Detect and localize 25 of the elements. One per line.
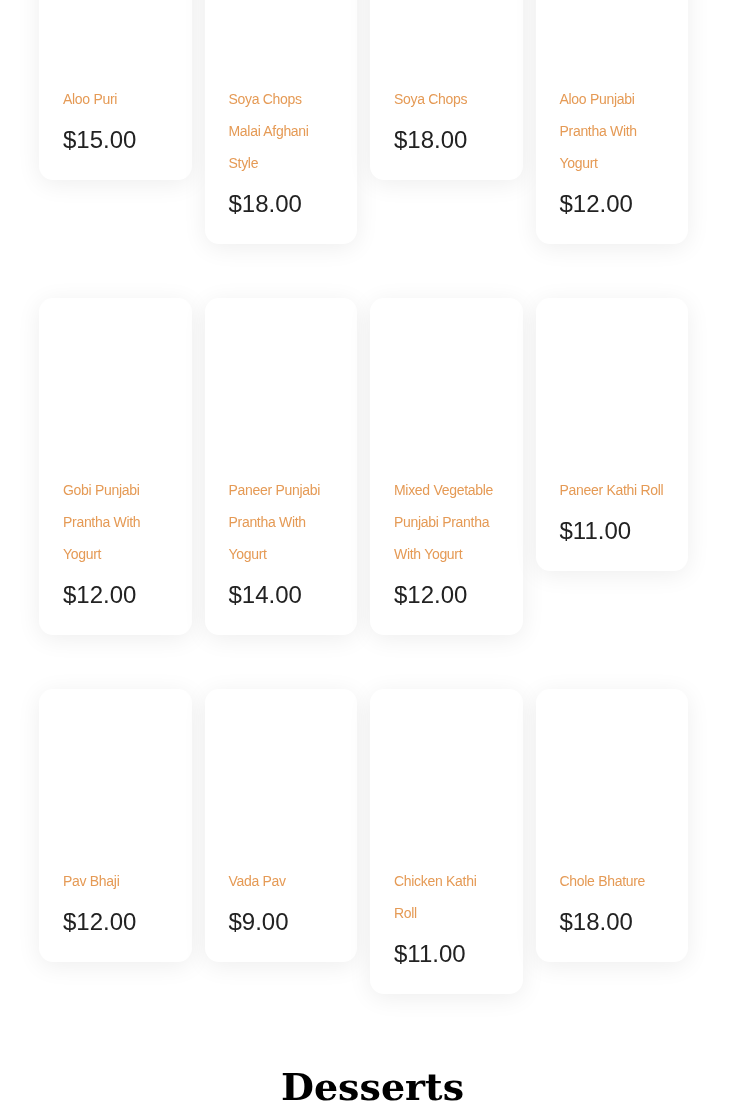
product-card[interactable]: Aloo Punjabi Prantha With Yogurt $12.00 (535, 0, 688, 244)
product-card[interactable]: Pav Bhaji $12.00 (39, 689, 192, 962)
product-card[interactable]: Aloo Puri $15.00 (39, 0, 192, 180)
product-price: $18.00 (228, 189, 303, 219)
product-card[interactable]: Vada Pav $9.00 (204, 689, 357, 962)
product-card[interactable]: Soya Chops $18.00 (370, 0, 523, 180)
product-price: $12.00 (63, 580, 138, 610)
product-card[interactable]: Paneer Kathi Roll $11.00 (535, 298, 688, 571)
section-heading: Desserts (279, 1066, 466, 1108)
product-price: $12.00 (63, 907, 138, 937)
product-card[interactable]: Gobi Punjabi Prantha With Yogurt $12.00 (39, 298, 192, 635)
product-price: $11.00 (559, 516, 633, 546)
product-card[interactable]: Paneer Punjabi Prantha With Yogurt $14.00 (204, 298, 357, 635)
product-price: $14.00 (228, 580, 303, 610)
product-card[interactable]: Mixed Vegetable Punjabi Prantha With Yogurt $12.00 (370, 298, 523, 635)
product-card[interactable]: Soya Chops Malai Afghani Style $18.00 (204, 0, 357, 244)
product-price: $12.00 (559, 189, 634, 219)
product-card[interactable]: Chicken Kathi Roll $11.00 (370, 689, 523, 994)
product-price: $15.00 (63, 125, 138, 155)
product-price: $18.00 (559, 907, 634, 937)
product-card[interactable]: Chole Bhature $18.00 (535, 689, 688, 962)
product-price: $12.00 (394, 580, 469, 610)
product-price: $9.00 (228, 907, 290, 937)
product-price: $18.00 (394, 125, 469, 155)
product-price: $11.00 (394, 939, 467, 969)
